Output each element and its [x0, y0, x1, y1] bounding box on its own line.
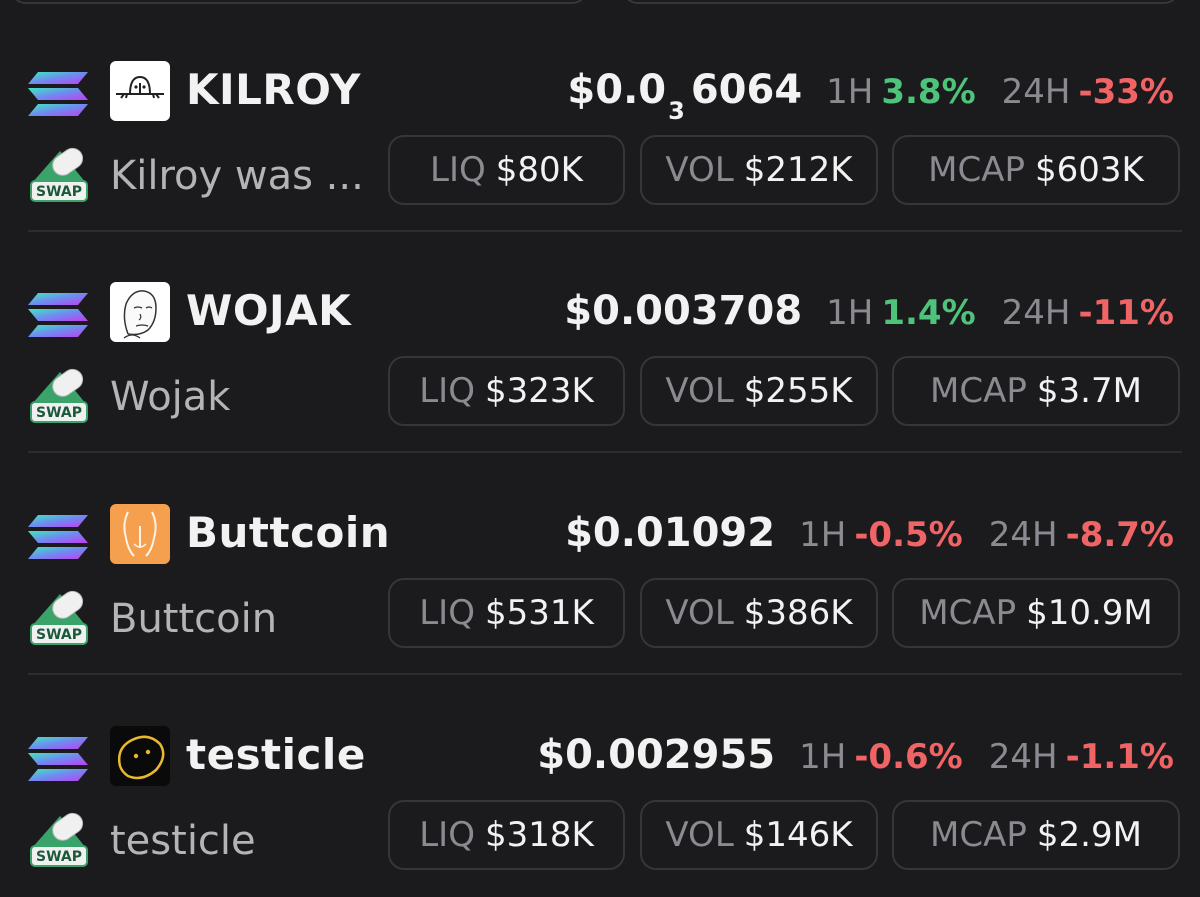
token-name: Kilroy was ...	[110, 153, 364, 199]
testicle-logo	[110, 726, 170, 786]
market-cap-pill[interactable]: MCAP $10.9M	[892, 578, 1180, 648]
solana-icon	[28, 737, 88, 781]
wojak-logo	[110, 282, 170, 342]
token-symbol: KILROY	[186, 65, 361, 114]
token-row-testicle[interactable]: testicle $0.002955 1H -0.6% 24H -1.1% SW…	[0, 675, 1200, 897]
token-price: $0.002955	[537, 732, 776, 778]
previous-row-pill	[622, 0, 1180, 4]
swap-icon[interactable]: SWAP	[30, 586, 88, 646]
kilroy-logo	[110, 61, 170, 121]
token-symbol: testicle	[186, 730, 366, 779]
token-symbol: WOJAK	[186, 286, 352, 335]
change-1h: 3.8%	[881, 72, 976, 112]
svg-text:SWAP: SWAP	[36, 405, 82, 421]
volume-pill[interactable]: VOL $212K	[640, 135, 878, 205]
token-price: $0.01092	[565, 510, 776, 556]
change-1h: -0.6%	[854, 737, 963, 777]
liquidity-pill[interactable]: LIQ $80K	[388, 135, 625, 205]
solana-icon	[28, 293, 88, 337]
token-name: Buttcoin	[110, 596, 278, 642]
liquidity-pill[interactable]: LIQ $531K	[388, 578, 625, 648]
previous-row-pill	[10, 0, 588, 4]
token-row-buttcoin[interactable]: Buttcoin $0.01092 1H -0.5% 24H -8.7% SWA…	[0, 453, 1200, 675]
change-24h: -11%	[1078, 293, 1175, 333]
timeframe-1h-label: 1H	[799, 515, 847, 555]
market-cap-pill[interactable]: MCAP $2.9M	[892, 800, 1180, 870]
liquidity-pill[interactable]: LIQ $323K	[388, 356, 625, 426]
solana-icon	[28, 515, 88, 559]
volume-pill[interactable]: VOL $386K	[640, 578, 878, 648]
change-1h: 1.4%	[881, 293, 976, 333]
volume-pill[interactable]: VOL $146K	[640, 800, 878, 870]
timeframe-1h-label: 1H	[799, 737, 847, 777]
timeframe-24h-label: 24H	[988, 515, 1058, 555]
timeframe-24h-label: 24H	[988, 737, 1058, 777]
token-name: testicle	[110, 818, 256, 864]
buttcoin-logo	[110, 504, 170, 564]
timeframe-1h-label: 1H	[826, 72, 874, 112]
previous-row-pills	[0, 0, 1200, 4]
timeframe-24h-label: 24H	[1001, 72, 1071, 112]
swap-icon[interactable]: SWAP	[30, 808, 88, 868]
timeframe-24h-label: 24H	[1001, 293, 1071, 333]
price-stats: $0.003708 1H 1.4% 24H -11%	[564, 283, 1174, 341]
price-stats: $0.01092 1H -0.5% 24H -8.7%	[565, 505, 1174, 563]
svg-text:SWAP: SWAP	[36, 184, 82, 200]
token-row-kilroy[interactable]: KILROY $0.03 6064 1H 3.8% 24H -33% SWAP K…	[0, 10, 1200, 232]
price-stats: $0.03 6064 1H 3.8% 24H -33%	[567, 62, 1175, 125]
token-symbol: Buttcoin	[186, 508, 391, 557]
svg-text:SWAP: SWAP	[36, 627, 82, 643]
swap-icon[interactable]: SWAP	[30, 364, 88, 424]
liquidity-pill[interactable]: LIQ $318K	[388, 800, 625, 870]
swap-icon[interactable]: SWAP	[30, 143, 88, 203]
solana-icon	[28, 72, 88, 116]
price-stats: $0.002955 1H -0.6% 24H -1.1%	[537, 727, 1174, 785]
token-price: $0.03 6064	[567, 67, 803, 125]
timeframe-1h-label: 1H	[826, 293, 874, 333]
market-cap-pill[interactable]: MCAP $603K	[892, 135, 1180, 205]
token-price: $0.003708	[564, 288, 803, 334]
token-name: Wojak	[110, 374, 231, 420]
market-cap-pill[interactable]: MCAP $3.7M	[892, 356, 1180, 426]
volume-pill[interactable]: VOL $255K	[640, 356, 878, 426]
change-24h: -33%	[1078, 72, 1175, 112]
change-24h: -8.7%	[1065, 515, 1174, 555]
token-row-wojak[interactable]: WOJAK $0.003708 1H 1.4% 24H -11% SWAP Wo…	[0, 231, 1200, 453]
change-24h: -1.1%	[1065, 737, 1174, 777]
change-1h: -0.5%	[854, 515, 963, 555]
svg-text:SWAP: SWAP	[36, 849, 82, 865]
